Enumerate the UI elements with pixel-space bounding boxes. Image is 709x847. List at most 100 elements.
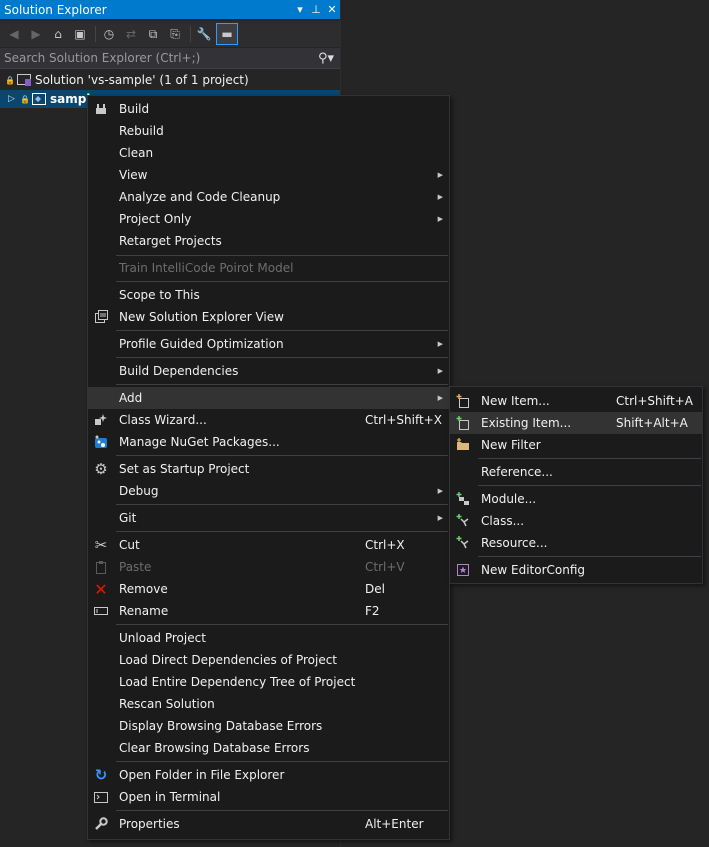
submenu-item-new-filter[interactable]: New Filter	[450, 434, 702, 456]
menu-item-add[interactable]: Add ▶	[88, 387, 449, 409]
menu-separator	[478, 458, 701, 459]
folder-icon	[452, 434, 474, 456]
existing-item-icon	[452, 412, 474, 434]
menu-item-scope-to-this[interactable]: Scope to This	[88, 284, 449, 306]
resource-icon	[452, 532, 474, 554]
menu-item-open-terminal[interactable]: Open in Terminal	[88, 786, 449, 808]
menu-item-remove[interactable]: ✕ Remove Del	[88, 578, 449, 600]
lock-icon: 🔒	[20, 94, 30, 104]
menu-item-train-intellicode: Train IntelliCode Poirot Model	[119, 261, 294, 275]
submenu-arrow-icon: ▶	[437, 340, 443, 348]
menu-item-retarget[interactable]: Retarget Projects	[88, 230, 449, 252]
menu-item-clear-db-errors[interactable]: Clear Browsing Database Errors	[88, 737, 449, 759]
new-view-icon	[90, 306, 112, 328]
close-icon[interactable]: ✕	[324, 3, 340, 16]
menu-separator	[116, 624, 448, 625]
menu-item-analyze[interactable]: Analyze and Code Cleanup ▶	[88, 186, 449, 208]
back-icon[interactable]: ◀	[4, 24, 24, 44]
menu-item-clean[interactable]: Clean	[88, 142, 449, 164]
submenu-arrow-icon: ▶	[437, 487, 443, 495]
submenu-item-module[interactable]: Module...	[450, 488, 702, 510]
menu-item-project-only[interactable]: Project Only ▶	[88, 208, 449, 230]
submenu-arrow-icon: ▶	[437, 215, 443, 223]
menu-item-rename[interactable]: Rename F2	[88, 600, 449, 622]
class-icon	[452, 510, 474, 532]
submenu-arrow-icon: ▶	[437, 193, 443, 201]
nuget-icon	[90, 431, 112, 453]
menu-separator	[478, 485, 701, 486]
menu-separator	[116, 810, 448, 811]
rename-icon	[90, 600, 112, 622]
menu-item-open-folder[interactable]: ↻ Open Folder in File Explorer	[88, 764, 449, 786]
expand-arrow-icon[interactable]: ▷	[8, 94, 18, 104]
switch-views-icon[interactable]: ▣	[70, 24, 90, 44]
panel-toolbar: ◀ ▶ ⌂ ▣ ◷ ⇄ ⧉ ⎘ 🔧 ▬	[0, 21, 340, 47]
search-icon[interactable]: ⚲▾	[312, 51, 340, 66]
submenu-arrow-icon: ▶	[437, 514, 443, 522]
menu-item-load-direct[interactable]: Load Direct Dependencies of Project	[88, 649, 449, 671]
submenu-item-new-item[interactable]: New Item... Ctrl+Shift+A	[450, 390, 702, 412]
pending-changes-filter-icon[interactable]: ◷	[99, 24, 119, 44]
menu-separator	[116, 255, 448, 256]
menu-item-build-dependencies[interactable]: Build Dependencies ▶	[88, 360, 449, 382]
menu-item-debug[interactable]: Debug ▶	[88, 480, 449, 502]
terminal-icon	[90, 786, 112, 808]
menu-item-load-tree[interactable]: Load Entire Dependency Tree of Project	[88, 671, 449, 693]
menu-separator	[116, 384, 448, 385]
submenu-item-resource[interactable]: Resource...	[450, 532, 702, 554]
dropdown-icon[interactable]: ▾	[292, 3, 308, 16]
properties-wrench-icon[interactable]: 🔧	[194, 24, 214, 44]
menu-separator	[116, 761, 448, 762]
lock-icon: 🔒	[5, 75, 15, 85]
home-icon[interactable]: ⌂	[48, 24, 68, 44]
menu-item-rebuild[interactable]: Rebuild	[88, 120, 449, 142]
context-menu: Build Rebuild Clean View ▶ Analyze and C…	[87, 95, 450, 840]
menu-item-build[interactable]: Build	[88, 98, 449, 120]
menu-item-rescan[interactable]: Rescan Solution	[88, 693, 449, 715]
toolbar-divider	[95, 26, 96, 42]
collapse-all-icon[interactable]: ⧉	[143, 24, 163, 44]
tree-item-solution[interactable]: 🔒 Solution 'vs-sample' (1 of 1 project)	[0, 71, 340, 89]
panel-titlebar: Solution Explorer ▾ ⊥ ✕	[0, 0, 340, 19]
menu-item-properties[interactable]: Properties Alt+Enter	[88, 813, 449, 835]
toolbar-divider	[190, 26, 191, 42]
submenu-item-reference[interactable]: Reference...	[450, 461, 702, 483]
menu-item-paste: Paste Ctrl+V	[88, 556, 449, 578]
new-item-icon	[452, 390, 474, 412]
menu-separator	[116, 455, 448, 456]
gear-icon: ⚙	[94, 460, 108, 478]
solution-icon	[16, 74, 31, 86]
forward-icon[interactable]: ▶	[26, 24, 46, 44]
paste-icon	[90, 556, 112, 578]
add-submenu: New Item... Ctrl+Shift+A Existing Item..…	[449, 386, 703, 584]
search-bar: ⚲▾	[0, 48, 340, 69]
menu-item-view[interactable]: View ▶	[88, 164, 449, 186]
submenu-arrow-icon: ▶	[437, 367, 443, 375]
vcxproj-icon	[31, 93, 46, 105]
show-all-files-icon[interactable]: ⎘	[165, 24, 185, 44]
menu-item-display-db-errors[interactable]: Display Browsing Database Errors	[88, 715, 449, 737]
pin-icon[interactable]: ⊥	[308, 3, 324, 16]
menu-item-nuget[interactable]: Manage NuGet Packages...	[88, 431, 449, 453]
menu-item-unload[interactable]: Unload Project	[88, 627, 449, 649]
sync-icon[interactable]: ⇄	[121, 24, 141, 44]
submenu-item-existing-item[interactable]: Existing Item... Shift+Alt+A	[450, 412, 702, 434]
menu-item-set-startup[interactable]: ⚙ Set as Startup Project	[88, 458, 449, 480]
preview-selected-items-icon[interactable]: ▬	[216, 23, 238, 45]
project-label: sampl	[49, 92, 91, 106]
submenu-item-class[interactable]: Class...	[450, 510, 702, 532]
build-icon	[90, 98, 112, 120]
menu-item-class-wizard[interactable]: Class Wizard... Ctrl+Shift+X	[88, 409, 449, 431]
menu-item-git[interactable]: Git ▶	[88, 507, 449, 529]
menu-separator	[116, 330, 448, 331]
search-input[interactable]	[0, 50, 312, 66]
submenu-arrow-icon: ▶	[437, 171, 443, 179]
class-wizard-icon	[90, 409, 112, 431]
menu-item-cut[interactable]: ✂ Cut Ctrl+X	[88, 534, 449, 556]
scissors-icon: ✂	[94, 536, 108, 554]
menu-item-pgo[interactable]: Profile Guided Optimization ▶	[88, 333, 449, 355]
submenu-item-editorconfig[interactable]: New EditorConfig	[450, 559, 702, 581]
menu-separator	[116, 531, 448, 532]
menu-separator	[116, 357, 448, 358]
menu-item-new-view[interactable]: New Solution Explorer View	[88, 306, 449, 328]
